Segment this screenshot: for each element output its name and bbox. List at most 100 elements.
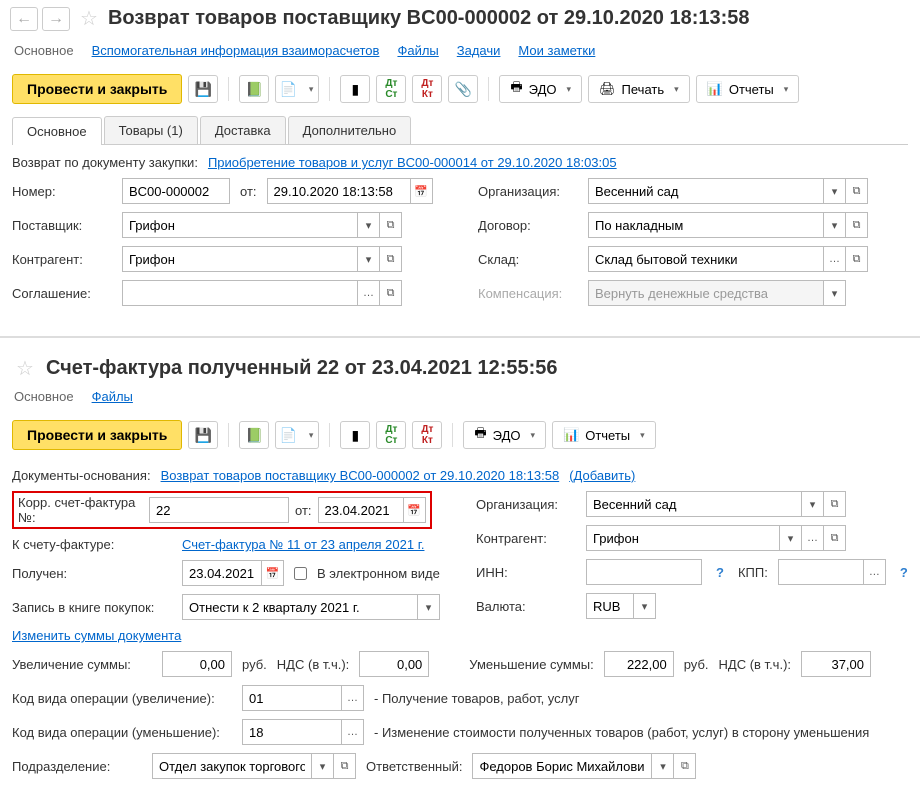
dtkt-button[interactable]: ДтКт: [412, 421, 442, 449]
tab-extra[interactable]: Дополнительно: [288, 116, 412, 144]
post-and-close-button[interactable]: Провести и закрыть: [12, 420, 182, 450]
dropdown-icon[interactable]: ▾: [418, 594, 440, 620]
basis-link[interactable]: Возврат товаров поставщику BC00-000002 о…: [161, 468, 560, 483]
open-icon[interactable]: ⧉: [380, 212, 402, 238]
op-dec-input[interactable]: [242, 719, 342, 745]
org-input[interactable]: [586, 491, 802, 517]
attachment-button[interactable]: 📎: [448, 75, 478, 103]
favorite-star-icon[interactable]: ☆: [80, 6, 98, 31]
hlink-main[interactable]: Основное: [14, 43, 74, 60]
org-input[interactable]: [588, 178, 824, 204]
agreement-input[interactable]: [122, 280, 358, 306]
currency-input[interactable]: [586, 593, 634, 619]
dec-nds-input[interactable]: [801, 651, 871, 677]
calendar-icon[interactable]: 📅: [262, 560, 284, 586]
choose-icon[interactable]: …: [824, 246, 846, 272]
dept-input[interactable]: [152, 753, 312, 779]
open-icon[interactable]: ⧉: [824, 525, 846, 551]
dropdown-icon[interactable]: ▾: [358, 212, 380, 238]
dropdown-icon[interactable]: ▾: [634, 593, 656, 619]
tab-delivery[interactable]: Доставка: [200, 116, 286, 144]
dropdown-icon[interactable]: ▾: [802, 491, 824, 517]
corr-num-input[interactable]: [149, 497, 289, 523]
create-based-on-button[interactable]: 📄: [275, 75, 319, 103]
structure-button[interactable]: ▮: [340, 75, 370, 103]
counter-input[interactable]: [122, 246, 358, 272]
dtcr-button[interactable]: ДтСт: [376, 421, 406, 449]
tab-goods[interactable]: Товары (1): [104, 116, 198, 144]
open-icon[interactable]: ⧉: [846, 212, 868, 238]
structure-button[interactable]: ▮: [340, 421, 370, 449]
nav-forward-button[interactable]: →: [42, 7, 70, 31]
to-invoice-link[interactable]: Счет-фактура № 11 от 23 апреля 2021 г.: [182, 537, 424, 552]
dtkt-button[interactable]: ДтКт: [412, 75, 442, 103]
resp-input[interactable]: [472, 753, 652, 779]
open-icon[interactable]: ⧉: [380, 280, 402, 306]
return-by-link[interactable]: Приобретение товаров и услуг BC00-000014…: [208, 155, 617, 170]
dropdown-icon[interactable]: ▾: [824, 212, 846, 238]
op-inc-label: Код вида операции (увеличение):: [12, 691, 232, 706]
dropdown-icon[interactable]: ▾: [780, 525, 802, 551]
reports-button[interactable]: 📊Отчеты: [696, 75, 800, 103]
dropdown-icon[interactable]: ▾: [312, 753, 334, 779]
open-icon[interactable]: ⧉: [380, 246, 402, 272]
electronic-checkbox[interactable]: [294, 567, 307, 580]
basis-add-link[interactable]: (Добавить): [569, 468, 635, 483]
post-button[interactable]: 📗: [239, 75, 269, 103]
save-button[interactable]: 💾: [188, 421, 218, 449]
dropdown-icon[interactable]: ▾: [824, 280, 846, 306]
kpp-input[interactable]: [778, 559, 864, 585]
print-button[interactable]: 🖨Печать: [588, 75, 690, 103]
hlink-main[interactable]: Основное: [14, 389, 74, 406]
choose-icon[interactable]: …: [802, 525, 824, 551]
hlink-aux[interactable]: Вспомогательная информация взаиморасчето…: [92, 43, 380, 60]
open-icon[interactable]: ⧉: [846, 178, 868, 204]
dec-sum-input[interactable]: [604, 651, 674, 677]
tab-main[interactable]: Основное: [12, 117, 102, 145]
help-icon[interactable]: ?: [896, 565, 912, 580]
hlink-files[interactable]: Файлы: [92, 389, 133, 406]
book-input[interactable]: [182, 594, 418, 620]
inc-nds-input[interactable]: [359, 651, 429, 677]
corr-date-input[interactable]: [318, 497, 404, 523]
choose-icon[interactable]: …: [864, 559, 886, 585]
post-button[interactable]: 📗: [239, 421, 269, 449]
choose-icon[interactable]: …: [342, 685, 364, 711]
reports-button[interactable]: 📊Отчеты: [552, 421, 656, 449]
number-input[interactable]: [122, 178, 230, 204]
choose-icon[interactable]: …: [358, 280, 380, 306]
help-icon[interactable]: ?: [712, 565, 728, 580]
open-icon[interactable]: ⧉: [674, 753, 696, 779]
calendar-icon[interactable]: 📅: [411, 178, 433, 204]
inc-sum-input[interactable]: [162, 651, 232, 677]
edo-button[interactable]: 🖶ЭДО: [499, 75, 582, 103]
dropdown-icon[interactable]: ▾: [358, 246, 380, 272]
hlink-notes[interactable]: Мои заметки: [518, 43, 595, 60]
contract-label: Договор:: [478, 218, 578, 233]
counter-input[interactable]: [586, 525, 780, 551]
hlink-files[interactable]: Файлы: [397, 43, 438, 60]
dtcr-button[interactable]: ДтСт: [376, 75, 406, 103]
save-button[interactable]: 💾: [188, 75, 218, 103]
open-icon[interactable]: ⧉: [824, 491, 846, 517]
calendar-icon[interactable]: 📅: [404, 497, 426, 523]
post-and-close-button[interactable]: Провести и закрыть: [12, 74, 182, 104]
dropdown-icon[interactable]: ▾: [824, 178, 846, 204]
nav-back-button[interactable]: ←: [10, 7, 38, 31]
change-sums-link[interactable]: Изменить суммы документа: [12, 628, 181, 643]
open-icon[interactable]: ⧉: [846, 246, 868, 272]
choose-icon[interactable]: …: [342, 719, 364, 745]
supplier-input[interactable]: [122, 212, 358, 238]
contract-input[interactable]: [588, 212, 824, 238]
warehouse-input[interactable]: [588, 246, 824, 272]
hlink-tasks[interactable]: Задачи: [457, 43, 501, 60]
inn-input[interactable]: [586, 559, 702, 585]
favorite-star-icon[interactable]: ☆: [16, 356, 34, 381]
received-date-input[interactable]: [182, 560, 262, 586]
date-input[interactable]: [267, 178, 411, 204]
edo-button[interactable]: 🖶ЭДО: [463, 421, 546, 449]
create-based-on-button[interactable]: 📄: [275, 421, 319, 449]
op-inc-input[interactable]: [242, 685, 342, 711]
dropdown-icon[interactable]: ▾: [652, 753, 674, 779]
open-icon[interactable]: ⧉: [334, 753, 356, 779]
